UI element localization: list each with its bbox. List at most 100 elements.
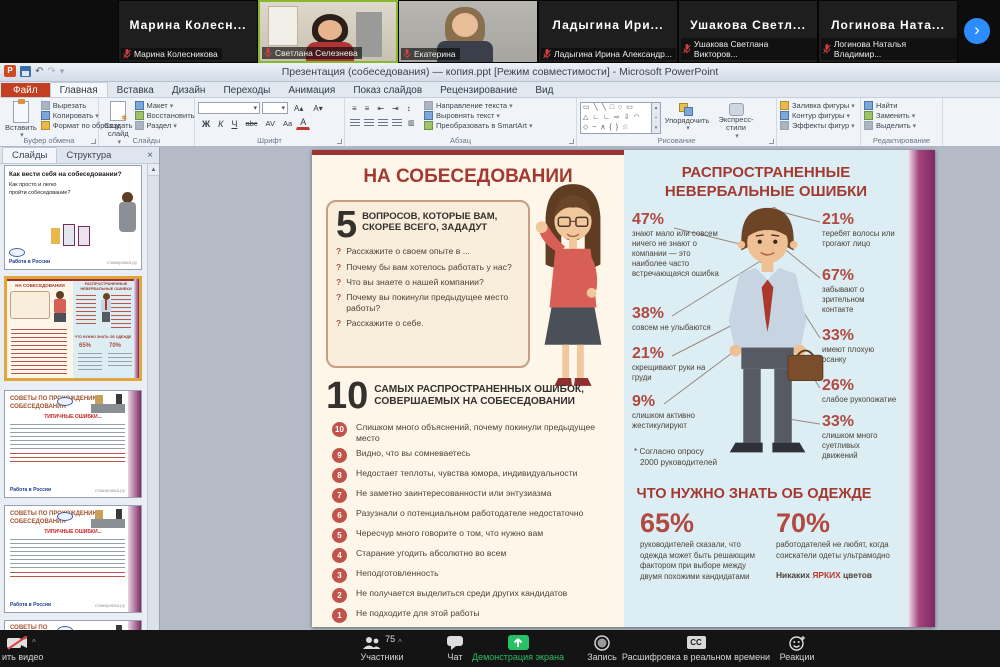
tab-animation[interactable]: Анимация <box>279 83 344 97</box>
thumbnail-list: Как вести себя на собеседовании? Как про… <box>0 164 159 630</box>
columns-button[interactable]: ▥ <box>404 118 419 128</box>
thumb-desk <box>91 395 125 413</box>
slides-pane: Слайды Структура × Как вести себя на соб… <box>0 147 160 630</box>
decrease-indent-button[interactable]: ⇤ <box>373 103 388 114</box>
section-icon <box>135 121 144 130</box>
select-button[interactable]: Выделить▾ <box>864 121 939 130</box>
scroll-up-icon[interactable]: ▲ <box>148 164 159 176</box>
underline-button[interactable]: Ч <box>227 118 241 130</box>
participant-tile[interactable]: Логинова Ната... Логинова Наталья Владим… <box>818 0 958 63</box>
next-participants-button[interactable]: › <box>964 18 990 44</box>
justify-button[interactable] <box>392 119 402 127</box>
tab-slideshow[interactable]: Показ слайдов <box>344 83 431 97</box>
clipboard-dialog-launcher[interactable] <box>91 139 96 144</box>
participants-button[interactable]: 75 ^ Участники <box>342 634 422 662</box>
bold-button[interactable]: Ж <box>198 118 214 130</box>
start-video-button[interactable]: ^ ить видео <box>2 634 62 662</box>
paragraph-dialog-launcher[interactable] <box>569 139 574 144</box>
reset-button[interactable]: Восстановить <box>135 111 195 120</box>
question-item: ?Расскажите о себе. <box>336 318 520 328</box>
paste-button[interactable]: Вставить▾ <box>3 100 39 141</box>
participant-tile[interactable]: Ладыгина Ири... Ладыгина Ирина Александр… <box>538 0 678 63</box>
tab-home[interactable]: Главная <box>50 82 108 97</box>
slide-thumbnail-4[interactable]: СОВЕТЫ ПО ПРОХОЖДЕНИЮ СОБЕСЕДОВАНИЯ ТИПИ… <box>4 505 142 613</box>
nonverbal-title: РАСПРОСТРАНЕННЫЕ НЕВЕРБАЛЬНЫЕ ОШИБКИ <box>624 164 908 202</box>
tab-design[interactable]: Дизайн <box>163 83 215 97</box>
decrease-font-button[interactable]: А▾ <box>309 103 326 114</box>
find-button[interactable]: Найти <box>864 101 939 110</box>
smartart-button[interactable]: Преобразовать в SmartArt▾ <box>424 121 533 130</box>
participant-label: Логинова Наталья Владимир... <box>821 38 957 60</box>
thumb-desk <box>91 510 125 528</box>
reactions-button[interactable]: Реакции <box>770 634 824 662</box>
drawing-dialog-launcher[interactable] <box>769 139 774 144</box>
clipboard-group: Вставить▾ Вырезать Копировать▾ Формат по… <box>0 98 99 146</box>
smartart-icon <box>424 121 433 130</box>
participants-caret[interactable]: ^ <box>398 638 402 647</box>
cut-icon <box>41 101 50 110</box>
video-options-caret[interactable]: ^ <box>32 638 36 647</box>
line-spacing-button[interactable]: ↕ <box>403 103 415 114</box>
align-right-button[interactable] <box>378 119 388 127</box>
font-color-button[interactable]: А <box>296 117 310 130</box>
strikethrough-button[interactable]: abc <box>241 118 261 129</box>
italic-button[interactable]: К <box>214 118 227 130</box>
drawing-group: ▭ ╲ ╲ □ ○ ▭△ ∟ ∟ ⇨ ⇩ ◠◇ ~ ∧ { } ☆ ▴▪▾ Уп… <box>577 98 777 146</box>
shape-outline-icon <box>780 111 789 120</box>
copy-icon <box>41 111 50 120</box>
section-button[interactable]: Раздел▾ <box>135 121 195 130</box>
replace-button[interactable]: Заменить▾ <box>864 111 939 120</box>
participant-tile-active-speaker[interactable]: Светлана Селезнева <box>258 0 398 63</box>
increase-font-button[interactable]: А▴ <box>290 103 307 114</box>
shapes-gallery[interactable]: ▭ ╲ ╲ □ ○ ▭△ ∟ ∟ ⇨ ⇩ ◠◇ ~ ∧ { } ☆ ▴▪▾ <box>580 102 661 134</box>
mistake-item: 8Недостает теплоты, чувства юмора, индив… <box>332 468 616 483</box>
slides-group: Создать слайд▾ Макет▾ Восстановить Разде… <box>99 98 195 146</box>
current-slide[interactable]: НА СОБЕСЕДОВАНИИ 5 ВОПРОСОВ, КОТОРЫЕ ВАМ… <box>312 150 935 627</box>
survey-footnote: * Согласно опросу 2000 руководителей <box>634 446 717 469</box>
pane-tab-outline[interactable]: Структура <box>57 148 120 163</box>
text-direction-button[interactable]: Направление текста▾ <box>424 101 533 110</box>
font-name-select[interactable]: ▾ <box>198 102 260 114</box>
character-spacing-button[interactable]: AV <box>262 118 279 129</box>
slide-right-column: РАСПРОСТРАНЕННЫЕ НЕВЕРБАЛЬНЫЕ ОШИБКИ <box>624 150 908 627</box>
participant-label: Марина Колесникова <box>121 48 222 60</box>
slide-thumbnail-5[interactable]: СОВЕТЫ ПО <box>4 620 142 630</box>
font-dialog-launcher[interactable] <box>337 139 342 144</box>
record-icon <box>594 635 610 651</box>
slide-thumbnail-1[interactable]: Как вести себя на собеседовании? Как про… <box>4 165 142 270</box>
participant-tile[interactable]: Ушакова Светл... Ушакова Светлана Виктор… <box>678 0 818 63</box>
align-center-button[interactable] <box>364 119 374 127</box>
layout-button[interactable]: Макет▾ <box>135 101 195 110</box>
tab-transitions[interactable]: Переходы <box>214 83 279 97</box>
shape-effects-button[interactable]: Эффекты фигур▾ <box>780 121 857 130</box>
text-direction-icon <box>424 101 433 110</box>
slide-thumbnail-3[interactable]: СОВЕТЫ ПО ПРОХОЖДЕНИЮ СОБЕСЕДОВАНИЯ ТИПИ… <box>4 390 142 498</box>
pane-close-icon[interactable]: × <box>141 150 159 163</box>
tab-file[interactable]: Файл <box>1 83 50 97</box>
slide-left-column: НА СОБЕСЕДОВАНИИ 5 ВОПРОСОВ, КОТОРЫЕ ВАМ… <box>312 150 624 627</box>
slide-thumbnail-2-selected[interactable]: НА СОБЕСЕДОВАНИИ РАСПРОСТРАНЕННЫЕ НЕВЕРБ… <box>4 276 142 381</box>
muted-mic-icon <box>123 49 131 59</box>
participant-tile[interactable]: Марина Колесн... Марина Колесникова <box>118 0 258 63</box>
participant-tile[interactable]: Екатерина <box>398 0 538 63</box>
tab-view[interactable]: Вид <box>526 83 562 97</box>
tab-review[interactable]: Рецензирование <box>431 83 526 97</box>
numbering-button[interactable]: ≡ <box>361 103 374 114</box>
arrange-button[interactable]: Упорядочить▾ <box>661 102 713 134</box>
bullets-button[interactable]: ≡ <box>348 103 361 114</box>
align-text-button[interactable]: Выровнять текст▾ <box>424 111 533 120</box>
increase-indent-button[interactable]: ⇥ <box>388 103 403 114</box>
thumbnail-scrollbar[interactable]: ▲ <box>147 164 159 630</box>
tab-insert[interactable]: Вставка <box>108 83 163 97</box>
shapes-scrollbar[interactable]: ▴▪▾ <box>652 102 661 134</box>
font-size-select[interactable]: ▾ <box>262 102 288 114</box>
shape-outline-button[interactable]: Контур фигуры▾ <box>780 111 857 120</box>
pane-tab-slides[interactable]: Слайды <box>2 147 57 163</box>
change-case-button[interactable]: Aa <box>279 118 296 129</box>
share-screen-button[interactable]: Демонстрация экрана <box>462 634 574 662</box>
shape-fill-button[interactable]: Заливка фигуры▾ <box>780 101 857 110</box>
align-left-button[interactable] <box>350 119 360 127</box>
live-transcript-button[interactable]: CC Расшифровка в реальном времени <box>616 634 776 662</box>
share-screen-icon <box>508 635 529 650</box>
mistake-item: 7Не заметно заинтересованности или энтуз… <box>332 488 616 503</box>
